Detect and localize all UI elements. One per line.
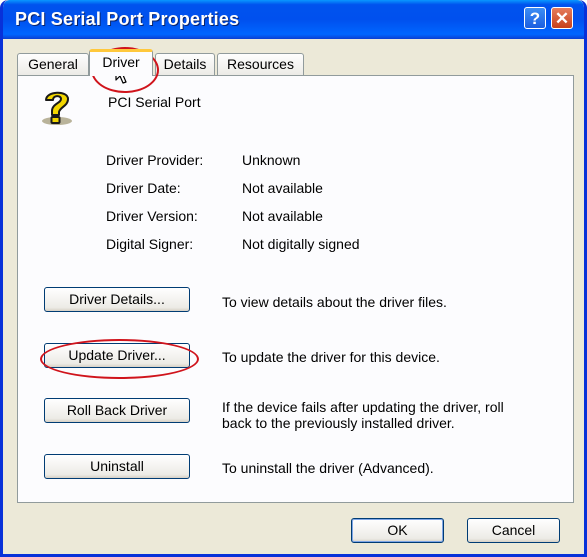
- help-button[interactable]: ?: [524, 7, 546, 29]
- unknown-device-question-icon: [42, 91, 72, 125]
- roll-back-description-line-2: back to the previously installed driver.: [222, 415, 455, 431]
- tab-general[interactable]: General: [17, 53, 89, 75]
- window-title: PCI Serial Port Properties: [15, 9, 240, 29]
- update-driver-description: To update the driver for this device.: [222, 349, 440, 365]
- driver-provider-label: Driver Provider:: [106, 152, 204, 168]
- close-button[interactable]: ✕: [551, 7, 573, 29]
- tab-resources[interactable]: Resources: [217, 53, 304, 75]
- properties-dialog: PCI Serial Port Properties ? ✕ General D…: [0, 0, 587, 557]
- uninstall-description: To uninstall the driver (Advanced).: [222, 460, 434, 476]
- uninstall-button[interactable]: Uninstall: [44, 454, 190, 479]
- driver-date-value: Not available: [242, 180, 323, 196]
- driver-details-button[interactable]: Driver Details...: [44, 287, 190, 312]
- device-name: PCI Serial Port: [108, 94, 201, 110]
- driver-version-label: Driver Version:: [106, 208, 198, 224]
- tab-details[interactable]: Details: [155, 53, 215, 75]
- digital-signer-value: Not digitally signed: [242, 236, 360, 252]
- tab-driver[interactable]: Driver: [89, 49, 153, 76]
- driver-provider-value: Unknown: [242, 152, 301, 168]
- title-bar[interactable]: PCI Serial Port Properties ? ✕: [3, 0, 584, 39]
- driver-date-label: Driver Date:: [106, 180, 181, 196]
- ok-button[interactable]: OK: [351, 518, 444, 543]
- roll-back-driver-description: If the device fails after updating the d…: [222, 399, 504, 431]
- driver-version-value: Not available: [242, 208, 323, 224]
- cancel-button[interactable]: Cancel: [467, 518, 560, 543]
- roll-back-driver-button[interactable]: Roll Back Driver: [44, 398, 190, 423]
- roll-back-description-line-1: If the device fails after updating the d…: [222, 399, 504, 415]
- driver-tab-panel: PCI Serial Port Driver Provider: Unknown…: [17, 75, 574, 503]
- update-driver-button[interactable]: Update Driver...: [44, 343, 190, 368]
- digital-signer-label: Digital Signer:: [106, 236, 194, 252]
- driver-details-description: To view details about the driver files.: [222, 294, 447, 310]
